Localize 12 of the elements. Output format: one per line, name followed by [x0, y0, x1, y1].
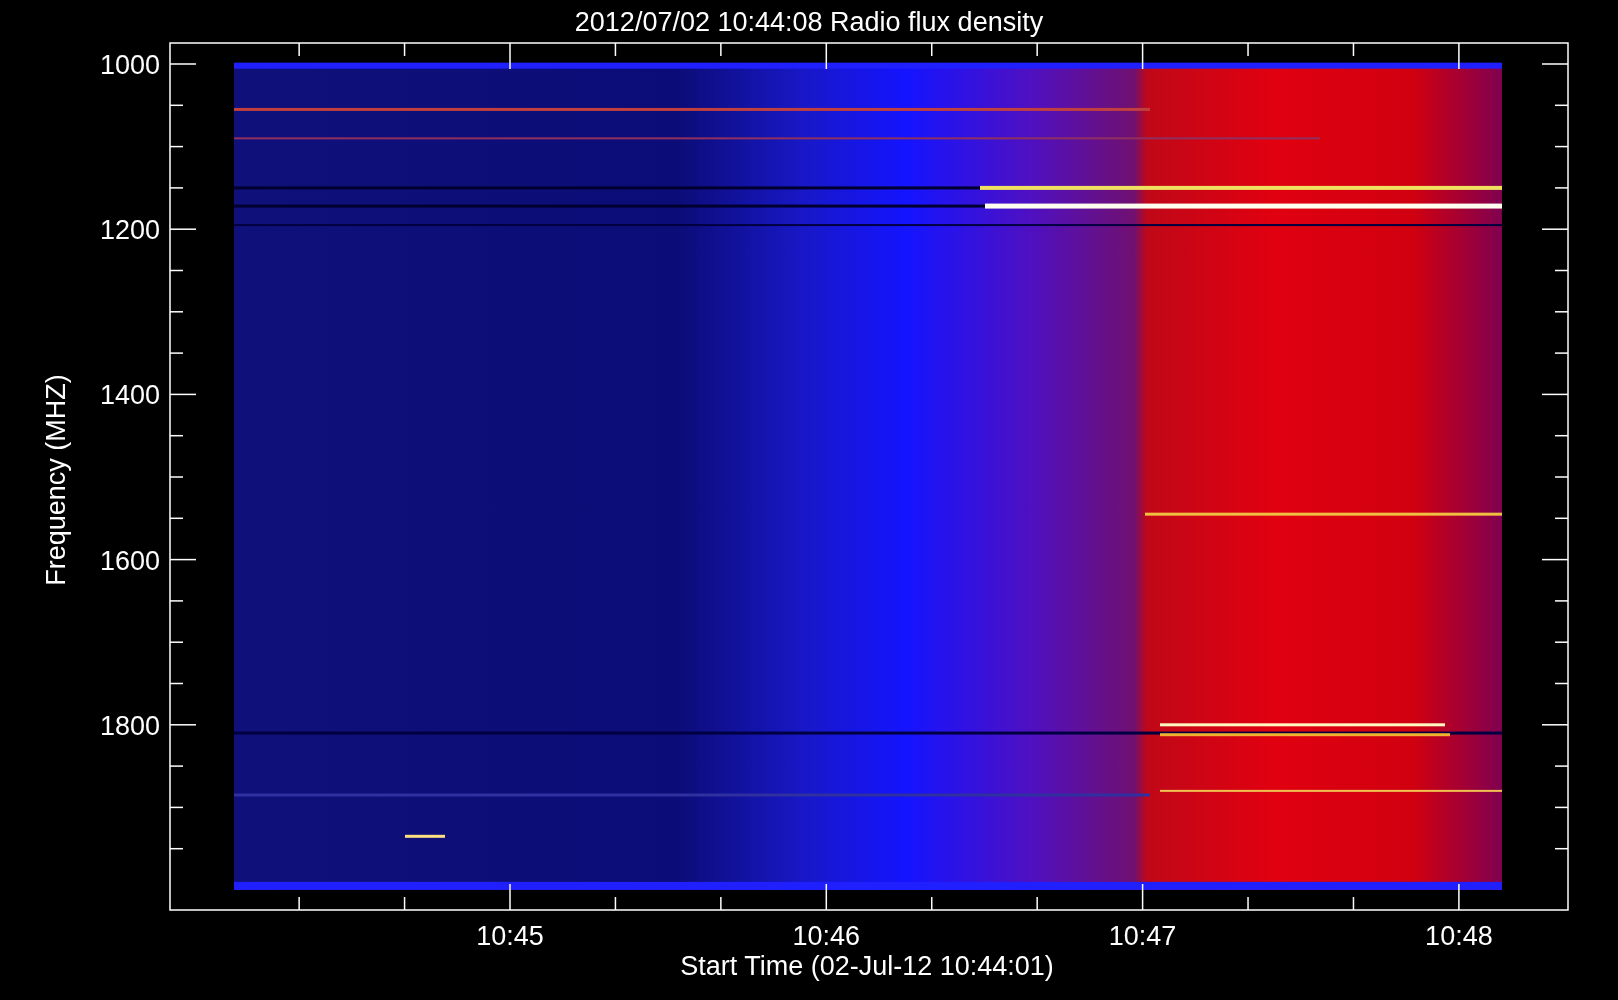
x-axis-label: Start Time (02-Jul-12 10:44:01) [680, 951, 1054, 981]
y-tick-label: 1200 [99, 215, 160, 246]
x-tick-label: 10:48 [1425, 921, 1493, 951]
x-tick-label: 10:47 [1108, 921, 1177, 951]
y-tick-label: 1000 [99, 50, 160, 80]
chart-title: 2012/07/02 10:44:08 Radio flux density [574, 7, 1044, 37]
x-tick-label: 10:45 [476, 921, 544, 951]
y-tick-label: 1800 [99, 710, 160, 741]
y-axis-label: Frequency (MHZ) [41, 374, 71, 586]
y-tick-label: 1400 [99, 380, 160, 411]
y-tick-label: 1600 [99, 545, 160, 576]
x-tick-label: 10:46 [792, 921, 861, 951]
